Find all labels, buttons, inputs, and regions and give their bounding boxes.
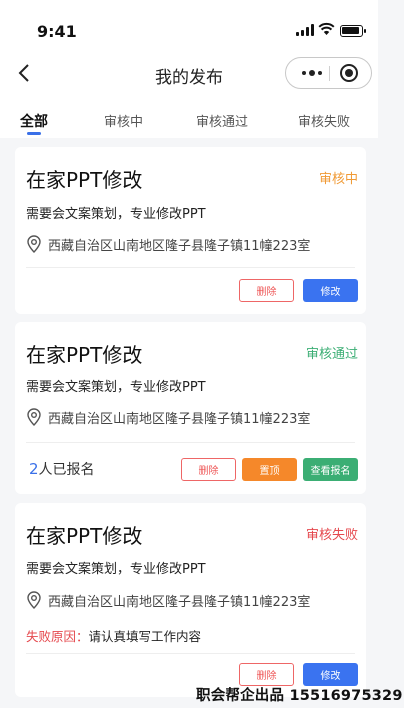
mini-program-capsule xyxy=(285,57,372,89)
card-location: 西藏自治区山南地区隆子县隆子镇11幢223室 xyxy=(48,412,311,427)
card-location: 西藏自治区山南地区隆子县隆子镇11幢223室 xyxy=(48,239,311,254)
location-pin-icon xyxy=(27,408,41,426)
failure-reason-label: 失败原因： xyxy=(26,629,89,644)
tab-failed[interactable]: 审核失败 xyxy=(298,111,350,130)
delete-button[interactable]: 删除 xyxy=(239,663,294,686)
delete-button[interactable]: 删除 xyxy=(181,458,236,481)
card-description: 需要会文案策划，专业修改PPT xyxy=(26,380,206,395)
location-pin-icon xyxy=(27,591,41,609)
status-time: 9:41 xyxy=(37,22,77,41)
battery-icon xyxy=(340,25,366,37)
signup-text: 人已报名 xyxy=(38,462,95,478)
post-card[interactable]: 在家PPT修改 审核通过 需要会文案策划，专业修改PPT 西藏自治区山南地区隆子… xyxy=(15,322,366,494)
edit-button[interactable]: 修改 xyxy=(303,279,358,302)
failure-reason: 失败原因：请认真填写工作内容 xyxy=(26,626,201,645)
signup-count: 2人已报名 xyxy=(29,459,95,479)
card-divider xyxy=(26,442,355,443)
card-title: 在家PPT修改 xyxy=(26,343,143,367)
signal-icon xyxy=(296,24,314,36)
capsule-divider xyxy=(329,66,330,81)
failure-reason-text: 请认真填写工作内容 xyxy=(88,629,202,644)
edit-button[interactable]: 修改 xyxy=(303,663,358,686)
card-description: 需要会文案策划，专业修改PPT xyxy=(26,207,206,222)
status-bar: 9:41 xyxy=(0,0,378,56)
pin-top-button[interactable]: 置顶 xyxy=(242,458,297,481)
location-pin-icon xyxy=(27,235,41,253)
post-card[interactable]: 在家PPT修改 审核失败 需要会文案策划，专业修改PPT 西藏自治区山南地区隆子… xyxy=(15,503,366,697)
watermark-text: 职会帮企出品 15516975329 xyxy=(196,688,403,704)
wifi-icon xyxy=(318,22,335,35)
card-description: 需要会文案策划，专业修改PPT xyxy=(26,562,206,577)
card-title: 在家PPT修改 xyxy=(26,524,143,548)
card-title: 在家PPT修改 xyxy=(26,168,143,192)
tab-indicator xyxy=(27,132,41,135)
delete-button[interactable]: 删除 xyxy=(239,279,294,302)
card-location: 西藏自治区山南地区隆子县隆子镇11幢223室 xyxy=(48,595,311,610)
header: 9:41 我的发布 全部 审核中 审核通过 审核失败 xyxy=(0,0,378,138)
more-icon[interactable] xyxy=(294,58,330,88)
close-program-icon[interactable] xyxy=(340,64,358,82)
post-card[interactable]: 在家PPT修改 审核中 需要会文案策划，专业修改PPT 西藏自治区山南地区隆子县… xyxy=(15,147,366,314)
status-badge: 审核失败 xyxy=(305,528,358,543)
status-badge: 审核通过 xyxy=(305,347,358,362)
tab-approved[interactable]: 审核通过 xyxy=(196,111,248,130)
status-badge: 审核中 xyxy=(318,172,358,187)
card-divider xyxy=(26,267,355,268)
tab-bar: 全部 审核中 审核通过 审核失败 xyxy=(0,108,378,138)
view-signups-button[interactable]: 查看报名 xyxy=(303,458,358,481)
card-divider xyxy=(26,653,355,654)
tab-all[interactable]: 全部 xyxy=(20,111,48,131)
tab-pending[interactable]: 审核中 xyxy=(104,111,143,130)
signup-number: 2 xyxy=(29,460,39,478)
